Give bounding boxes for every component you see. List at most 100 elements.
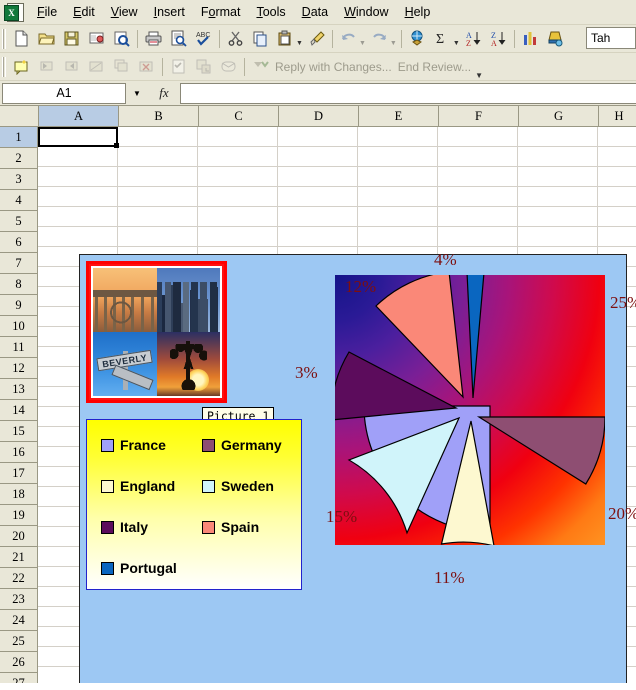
column-header-c[interactable]: C: [199, 106, 279, 126]
reply-with-changes-label[interactable]: Reply with Changes...: [273, 60, 392, 74]
row-header-8[interactable]: 8: [0, 274, 38, 295]
name-box[interactable]: A1: [2, 82, 126, 104]
copy-icon[interactable]: [248, 27, 273, 51]
update-file-icon[interactable]: [191, 55, 216, 79]
chart-wizard-icon[interactable]: [518, 27, 543, 51]
row-header-5[interactable]: 5: [0, 211, 38, 232]
print-icon[interactable]: [141, 27, 166, 51]
row-header-26[interactable]: 26: [0, 652, 38, 673]
row-header-4[interactable]: 4: [0, 190, 38, 211]
previous-comment-icon[interactable]: [34, 55, 59, 79]
name-box-dropdown-icon[interactable]: ▼: [126, 84, 148, 103]
column-header-a[interactable]: A: [39, 106, 119, 126]
sort-descending-icon[interactable]: ZA: [486, 27, 511, 51]
formula-input[interactable]: [180, 82, 636, 104]
font-name-box[interactable]: Tah: [586, 27, 636, 49]
column-header-e[interactable]: E: [359, 106, 439, 126]
row-header-18[interactable]: 18: [0, 484, 38, 505]
delete-comment-icon[interactable]: [134, 55, 159, 79]
reviewing-toolbar-grip[interactable]: [2, 56, 6, 77]
row-header-3[interactable]: 3: [0, 169, 38, 190]
chart-legend[interactable]: France Germany England Sweden Italy Spai…: [86, 419, 302, 590]
redo-dropdown-icon[interactable]: ▼: [390, 40, 397, 52]
cut-icon[interactable]: [223, 27, 248, 51]
row-header-19[interactable]: 19: [0, 505, 38, 526]
new-icon[interactable]: [9, 27, 34, 51]
menu-insert[interactable]: Insert: [146, 2, 193, 23]
row-header-27[interactable]: 27: [0, 673, 38, 683]
legend-entry-france[interactable]: France: [101, 438, 166, 453]
row-header-9[interactable]: 9: [0, 295, 38, 316]
spelling-icon[interactable]: ABC: [191, 27, 216, 51]
menu-data[interactable]: Data: [294, 2, 336, 23]
menu-view[interactable]: View: [103, 2, 146, 23]
paste-icon[interactable]: [273, 27, 298, 51]
fx-icon[interactable]: fx: [148, 85, 180, 101]
column-header-f[interactable]: F: [439, 106, 519, 126]
save-icon[interactable]: [59, 27, 84, 51]
row-header-1[interactable]: 1: [0, 127, 38, 148]
column-header-g[interactable]: G: [519, 106, 599, 126]
menu-tools[interactable]: Tools: [248, 2, 293, 23]
row-header-12[interactable]: 12: [0, 358, 38, 379]
row-header-7[interactable]: 7: [0, 253, 38, 274]
show-all-comments-icon[interactable]: [109, 55, 134, 79]
drawing-icon[interactable]: [543, 27, 568, 51]
mail-recipient-icon[interactable]: [216, 55, 241, 79]
menu-window[interactable]: Window: [336, 2, 396, 23]
row-header-20[interactable]: 20: [0, 526, 38, 547]
menu-format[interactable]: Format: [193, 2, 249, 23]
redo-icon[interactable]: [367, 27, 392, 51]
toolbar-grip[interactable]: [2, 28, 6, 49]
chart-object[interactable]: BEVERLY Picture 1 France Germany England…: [79, 250, 636, 683]
sort-ascending-icon[interactable]: AZ: [461, 27, 486, 51]
row-header-17[interactable]: 17: [0, 463, 38, 484]
menu-edit[interactable]: Edit: [65, 2, 103, 23]
column-header-h[interactable]: H: [599, 106, 636, 126]
row-header-10[interactable]: 10: [0, 316, 38, 337]
print-preview-icon[interactable]: [166, 27, 191, 51]
row-header-25[interactable]: 25: [0, 631, 38, 652]
show-ink-annotations-icon[interactable]: [84, 55, 109, 79]
legend-entry-sweden[interactable]: Sweden: [202, 479, 274, 494]
row-header-6[interactable]: 6: [0, 232, 38, 253]
permission-icon[interactable]: [84, 27, 109, 51]
legend-entry-germany[interactable]: Germany: [202, 438, 282, 453]
row-header-2[interactable]: 2: [0, 148, 38, 169]
legend-entry-england[interactable]: England: [101, 479, 175, 494]
row-header-16[interactable]: 16: [0, 442, 38, 463]
legend-entry-portugal[interactable]: Portugal: [101, 561, 177, 576]
pie-chart[interactable]: [335, 275, 605, 545]
select-all-corner[interactable]: [0, 106, 39, 126]
row-header-24[interactable]: 24: [0, 610, 38, 631]
legend-entry-italy[interactable]: Italy: [101, 520, 148, 535]
hyperlink-icon[interactable]: [405, 27, 430, 51]
pie-plot-area[interactable]: [335, 275, 605, 545]
autosum-icon[interactable]: Σ: [430, 27, 455, 51]
pie-slice-germany[interactable]: [476, 416, 605, 485]
active-cell-a1[interactable]: [38, 127, 119, 148]
pie-slice-portugal[interactable]: [466, 275, 485, 399]
row-header-13[interactable]: 13: [0, 379, 38, 400]
row-header-15[interactable]: 15: [0, 421, 38, 442]
undo-dropdown-icon[interactable]: ▼: [359, 40, 366, 52]
picture-1[interactable]: BEVERLY: [86, 261, 227, 403]
column-header-d[interactable]: D: [279, 106, 359, 126]
reviewing-overflow-icon[interactable]: ▼: [475, 71, 483, 80]
reply-with-changes-icon[interactable]: [248, 55, 273, 79]
end-review-label[interactable]: End Review...: [392, 60, 471, 74]
row-header-23[interactable]: 23: [0, 589, 38, 610]
next-comment-icon[interactable]: [59, 55, 84, 79]
undo-icon[interactable]: [336, 27, 361, 51]
create-task-icon[interactable]: [166, 55, 191, 79]
row-header-11[interactable]: 11: [0, 337, 38, 358]
open-icon[interactable]: [34, 27, 59, 51]
menu-help[interactable]: Help: [397, 2, 439, 23]
new-comment-icon[interactable]: [9, 55, 34, 79]
menu-file[interactable]: File: [29, 2, 65, 23]
row-header-14[interactable]: 14: [0, 400, 38, 421]
search-icon[interactable]: [109, 27, 134, 51]
row-header-22[interactable]: 22: [0, 568, 38, 589]
legend-entry-spain[interactable]: Spain: [202, 520, 259, 535]
row-header-21[interactable]: 21: [0, 547, 38, 568]
